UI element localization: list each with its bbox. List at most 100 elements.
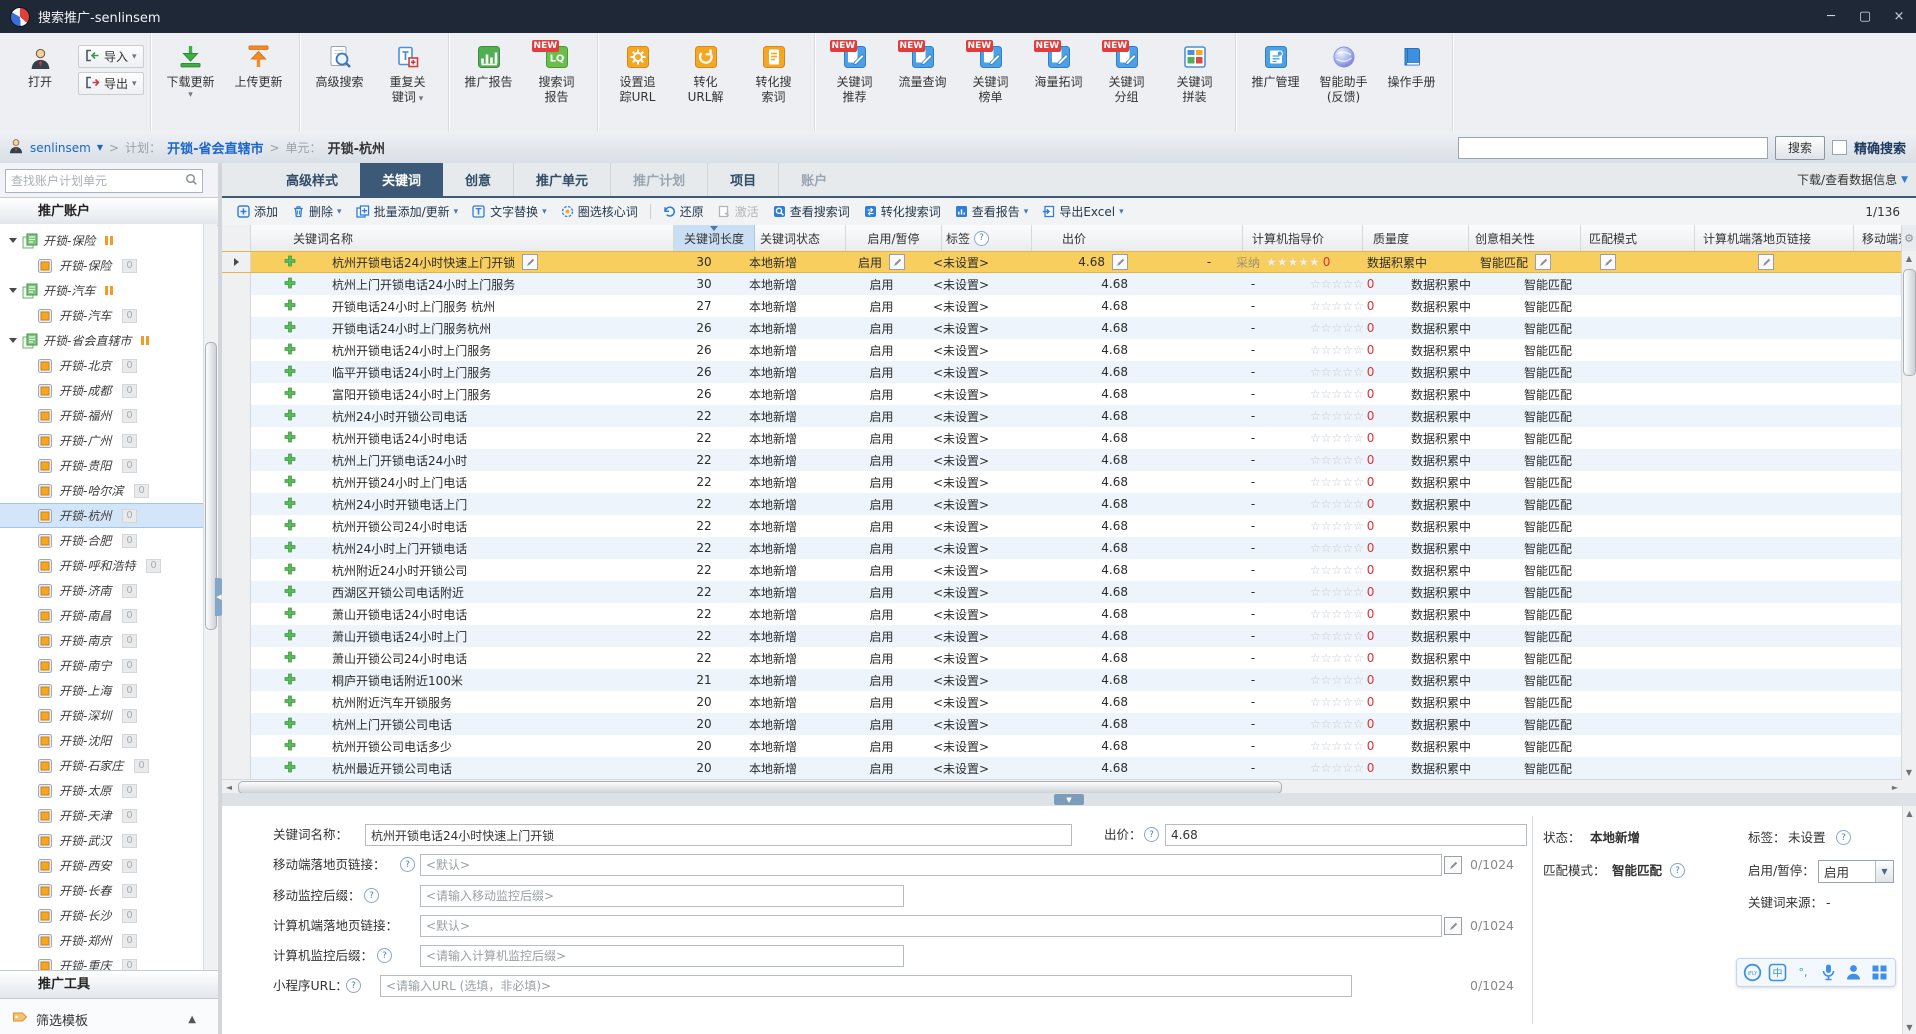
column-header-len[interactable]: 关键词长度 xyxy=(674,225,755,251)
table-row[interactable]: 杭州开锁电话24小时上门服务 26 本地新增 启用 <未设置> 4.68 - ☆☆☆☆☆ 0 数据… xyxy=(222,339,1902,361)
ribbon-button[interactable]: NEW LQ 搜索词 报告 xyxy=(523,37,591,109)
tree-plan-item[interactable]: 开锁-汽车 xyxy=(0,278,204,303)
column-header-match[interactable]: 匹配模式 xyxy=(1581,225,1695,251)
tree-plan-item[interactable]: 开锁-保险 xyxy=(0,228,204,253)
keyword-name-input[interactable] xyxy=(365,824,1072,846)
ribbon-button[interactable]: NEW 关键词 榜单 xyxy=(957,37,1025,109)
action-导出Excel[interactable]: 导出Excel ▾ xyxy=(1035,198,1130,225)
table-row[interactable]: 杭州24小时开锁电话上门 22 本地新增 启用 <未设置> 4.68 - ☆☆☆☆☆ 0 数据积累… xyxy=(222,493,1902,515)
expand-arrow-icon[interactable] xyxy=(9,238,17,243)
tree-unit-item[interactable]: 开锁-长春 0 xyxy=(0,878,204,903)
action-文字替换[interactable]: T 文字替换 ▾ xyxy=(465,198,554,225)
tree-unit-item[interactable]: 开锁-广州 0 xyxy=(0,428,204,453)
ribbon-button[interactable]: NEW 关键词 推荐 xyxy=(821,37,889,109)
tree-unit-item[interactable]: 开锁-天津 0 xyxy=(0,803,204,828)
tree-unit-item[interactable]: 开锁-重庆 0 xyxy=(0,953,204,970)
tree-unit-item[interactable]: 开锁-上海 0 xyxy=(0,678,204,703)
tree-unit-item[interactable]: 开锁-成都 0 xyxy=(0,378,204,403)
adopt-link[interactable]: 采纳 xyxy=(1236,254,1260,271)
chinese-mode-icon[interactable]: 中 xyxy=(1768,963,1788,983)
import-button[interactable]: 导入 ▾ xyxy=(78,45,144,68)
action-批量添加/更新[interactable]: 批量添加/更新 ▾ xyxy=(349,198,466,225)
vertical-scrollbar[interactable]: ▲ ▼ xyxy=(1901,251,1916,779)
help-icon[interactable]: ? xyxy=(1836,830,1851,845)
table-row[interactable]: 富阳开锁电话24小时上门服务 26 本地新增 启用 <未设置> 4.68 - ☆☆☆☆☆ 0 数据… xyxy=(222,383,1902,405)
account-name-link[interactable]: senlinsem xyxy=(30,141,91,155)
miniapp-url-input[interactable] xyxy=(380,975,1352,997)
ribbon-button[interactable]: 转化搜 索词 xyxy=(740,37,808,109)
table-row[interactable]: 杭州开锁公司电话多少 20 本地新增 启用 <未设置> 4.68 - ☆☆☆☆☆ 0 数据积累中 智… xyxy=(222,735,1902,757)
column-header-tag[interactable]: 标签? xyxy=(942,225,1032,251)
tree-unit-item[interactable]: 开锁-福州 0 xyxy=(0,403,204,428)
table-row[interactable]: 开锁电话24小时上门服务杭州 26 本地新增 启用 <未设置> 4.68 - ☆☆☆☆☆ 0 数据… xyxy=(222,317,1902,339)
ribbon-button[interactable]: 下载更新 ▾ xyxy=(157,37,225,105)
tab-账户[interactable]: 账户 xyxy=(778,163,849,196)
expand-keyword-icon[interactable] xyxy=(284,387,296,402)
window-maximize-button[interactable]: ▢ xyxy=(1848,0,1882,33)
table-row[interactable]: 西湖区开锁公司电话附近 22 本地新增 启用 <未设置> 4.68 - ☆☆☆☆☆ 0 数据积累中… xyxy=(222,581,1902,603)
tree-unit-item[interactable]: 开锁-济南 0 xyxy=(0,578,204,603)
tree-unit-item[interactable]: 开锁-深圳 0 xyxy=(0,703,204,728)
ifly-logo-icon[interactable]: iFLY xyxy=(1743,963,1763,983)
expand-keyword-icon[interactable] xyxy=(284,739,296,754)
action-圈选核心词[interactable]: 圈选核心词 xyxy=(554,198,645,225)
table-row[interactable]: 杭州开锁电话24小时快速上门开锁 30 本地新增 启用 <未设置> 4.68- 采纳 ★★★★… xyxy=(222,251,1915,273)
tree-unit-item[interactable]: 开锁-北京 0 xyxy=(0,353,204,378)
expand-keyword-icon[interactable] xyxy=(284,453,296,468)
table-row[interactable]: 桐庐开锁电话附近100米 21 本地新增 启用 <未设置> 4.68 - ☆☆☆☆☆ 0 数据积累… xyxy=(222,669,1902,691)
pc-link-input[interactable] xyxy=(420,915,1442,937)
ribbon-button[interactable]: 关键词 拼装 xyxy=(1161,37,1229,109)
table-row[interactable]: 杭州24小时开锁公司电话 22 本地新增 启用 <未设置> 4.68 - ☆☆☆☆☆ 0 数据积累… xyxy=(222,405,1902,427)
expand-keyword-icon[interactable] xyxy=(284,541,296,556)
help-icon[interactable]: ? xyxy=(346,978,361,993)
keyword-search-input[interactable] xyxy=(1457,136,1768,159)
action-激活[interactable]: 激活 xyxy=(711,198,766,225)
table-row[interactable]: 杭州上门开锁公司电话 20 本地新增 启用 <未设置> 4.68 - ☆☆☆☆☆ 0 数据积累中 智… xyxy=(222,713,1902,735)
expand-keyword-icon[interactable] xyxy=(284,585,296,600)
edit-cell-icon[interactable] xyxy=(1600,254,1616,270)
action-查看搜索词[interactable]: 查看搜索词 xyxy=(766,198,857,225)
column-header-pclink[interactable]: 计算机端落地页链接 xyxy=(1695,225,1854,251)
help-icon[interactable]: ? xyxy=(400,857,415,872)
tree-unit-item[interactable]: 开锁-合肥 0 xyxy=(0,528,204,553)
open-button[interactable]: 打开 xyxy=(6,37,74,95)
tab-推广计划[interactable]: 推广计划 xyxy=(610,163,707,196)
table-row[interactable]: 杭州开锁24小时上门电话 22 本地新增 启用 <未设置> 4.68 - ☆☆☆☆☆ 0 数据积累… xyxy=(222,471,1902,493)
ribbon-button[interactable]: NEW 海量拓词 xyxy=(1025,37,1093,95)
collapse-panel-button[interactable]: ▼ xyxy=(1054,794,1084,805)
tree-unit-item[interactable]: 开锁-武汉 0 xyxy=(0,828,204,853)
chevron-up-icon[interactable]: ▲ xyxy=(188,1014,196,1025)
scroll-left-icon[interactable]: ◄ xyxy=(222,780,236,794)
column-settings-gear-icon[interactable]: ⚙ xyxy=(1901,225,1916,251)
expand-keyword-icon[interactable] xyxy=(284,321,296,336)
tree-unit-item[interactable]: 开锁-南昌 0 xyxy=(0,603,204,628)
search-button[interactable]: 搜索 xyxy=(1774,135,1825,160)
expand-arrow-icon[interactable] xyxy=(9,338,17,343)
punctuation-icon[interactable]: °, xyxy=(1793,963,1813,983)
tree-unit-item[interactable]: 开锁-杭州 0 xyxy=(0,503,204,528)
expand-keyword-icon[interactable] xyxy=(284,365,296,380)
table-row[interactable]: 临平开锁电话24小时上门服务 26 本地新增 启用 <未设置> 4.68 - ☆☆☆☆☆ 0 数据… xyxy=(222,361,1902,383)
tree-unit-item[interactable]: 开锁-西安 0 xyxy=(0,853,204,878)
ribbon-button[interactable]: 设置追 踪URL xyxy=(604,37,672,109)
scroll-up-icon[interactable]: ▲ xyxy=(1902,251,1916,265)
table-row[interactable]: 萧山开锁公司24小时电话 22 本地新增 启用 <未设置> 4.68 - ☆☆☆☆☆ 0 数据积累… xyxy=(222,647,1902,669)
expand-keyword-icon[interactable] xyxy=(284,519,296,534)
expand-keyword-icon[interactable] xyxy=(284,431,296,446)
chevron-down-icon[interactable]: ▼ xyxy=(97,143,103,152)
ribbon-button[interactable]: 上传更新 xyxy=(225,37,293,95)
table-row[interactable]: 开锁电话24小时上门服务 杭州 27 本地新增 启用 <未设置> 4.68 - ☆☆☆☆☆ 0 数… xyxy=(222,295,1902,317)
ribbon-button[interactable]: 高级搜索 xyxy=(306,37,374,95)
tree-unit-item[interactable]: 开锁-沈阳 0 xyxy=(0,728,204,753)
ribbon-button[interactable]: 智能助手 (反馈) xyxy=(1310,37,1378,109)
sidebar-accounts-header[interactable]: 推广账户 xyxy=(0,197,218,226)
ribbon-button[interactable]: 推广管理 xyxy=(1242,37,1310,95)
table-row[interactable]: 杭州上门开锁电话24小时 22 本地新增 启用 <未设置> 4.68 - ☆☆☆☆☆ 0 数据积累… xyxy=(222,449,1902,471)
plan-link[interactable]: 开锁-省会直辖市 xyxy=(167,138,263,157)
table-row[interactable]: 杭州附近24小时开锁公司 22 本地新增 启用 <未设置> 4.68 - ☆☆☆☆☆ 0 数据积累… xyxy=(222,559,1902,581)
tree-unit-item[interactable]: 开锁-汽车 0 xyxy=(0,303,204,328)
action-添加[interactable]: 添加 xyxy=(230,198,285,225)
tree-unit-item[interactable]: 开锁-呼和浩特 0 xyxy=(0,553,204,578)
expand-keyword-icon[interactable] xyxy=(284,343,296,358)
tab-关键词[interactable]: 关键词 xyxy=(360,163,444,196)
